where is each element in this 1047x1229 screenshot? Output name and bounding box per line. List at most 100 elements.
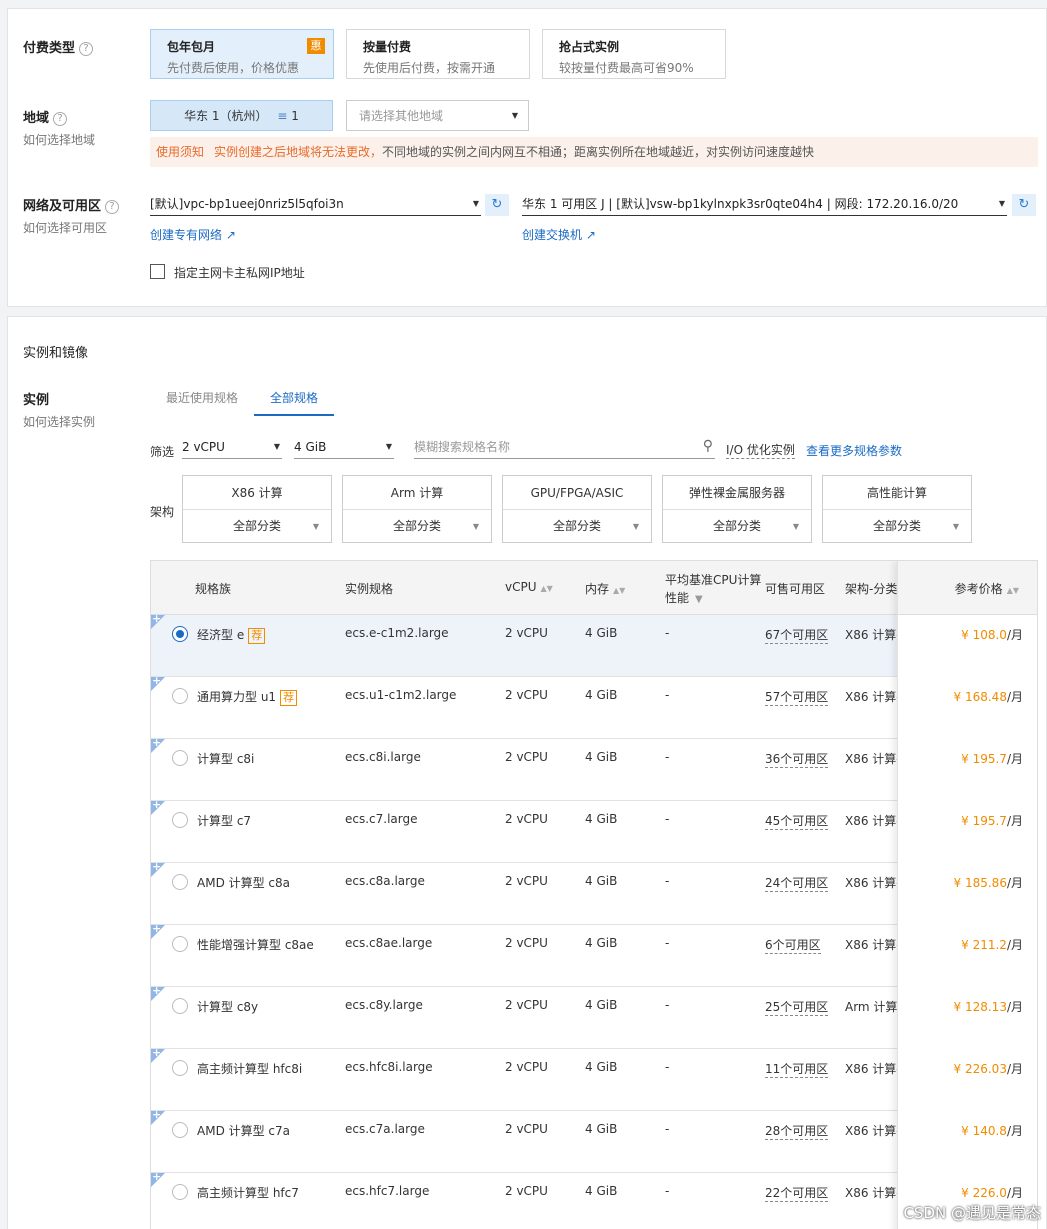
filter-icon[interactable]: ▼ (695, 594, 703, 605)
help-icon[interactable]: ? (79, 42, 94, 56)
cell-arch: X86 计算- (845, 690, 901, 704)
cell-price: ¥ 168.48/月 (954, 688, 1023, 705)
cell-vcpu: 2 vCPU (505, 750, 548, 764)
caret-down-icon: ▼ (312, 522, 319, 531)
spec-search-input[interactable]: 模糊搜索规格名称 ⚲ (414, 437, 715, 459)
price-unit: /月 (1006, 1124, 1023, 1138)
refresh-icon[interactable]: ↻ (1012, 194, 1036, 216)
create-vswitch-label: 创建交换机 (522, 228, 583, 242)
cell-arch: X86 计算- (845, 752, 901, 766)
other-region-select[interactable]: 请选择其他地域 ▼ (346, 100, 529, 131)
row-radio[interactable] (172, 750, 188, 766)
row-radio[interactable] (172, 1122, 188, 1138)
arch-bare-metal[interactable]: 弹性裸金属服务器 全部分类 ▼ (662, 475, 812, 543)
price-unit: /月 (1006, 938, 1023, 952)
cell-zones[interactable]: 57个可用区 (765, 688, 829, 706)
more-params-link[interactable]: 查看更多规格参数 (806, 442, 902, 459)
memory-filter-value: 4 GiB (294, 440, 327, 454)
billing-option-pay-as-you-go[interactable]: 按量付费 先使用后付费，按需开通 (346, 29, 530, 79)
billing-option-spot[interactable]: 抢占式实例 较按量付费最高可省90% (542, 29, 726, 79)
vswitch-select[interactable]: 华东 1 可用区 J | [默认]vsw-bp1kylnxpk3sr0qte04… (522, 194, 1007, 216)
billing-title-text: 付费类型 (23, 41, 76, 56)
help-icon[interactable]: ? (105, 200, 120, 214)
price-header[interactable]: 参考价格 ▲▼ (898, 561, 1037, 615)
arch-hpc[interactable]: 高性能计算 全部分类 ▼ (822, 475, 972, 543)
arch-filter-select[interactable]: 全部分类 ▼ (663, 510, 811, 543)
help-icon[interactable]: ? (53, 112, 68, 126)
row-radio[interactable] (172, 688, 188, 704)
cell-price: ¥ 211.2/月 (961, 936, 1023, 953)
header-family: 规格族 (195, 582, 232, 596)
region-help-link[interactable]: 如何选择地域 (23, 131, 95, 148)
vpc-select[interactable]: [默认]vpc-bp1ueej0nriz5l5qfoi3n ▼ (150, 194, 481, 216)
external-link-icon: ↗ (225, 228, 236, 242)
arch-filter-value: 全部分类 (232, 519, 281, 533)
arch-filter-select[interactable]: 全部分类 ▼ (183, 510, 331, 543)
cell-zones[interactable]: 67个可用区 (765, 626, 829, 644)
region-button-hangzhou[interactable]: 华东 1（杭州） ≡ 1 (150, 100, 333, 131)
cell-zones[interactable]: 6个可用区 (765, 936, 821, 954)
arch-filter-select[interactable]: 全部分类 ▼ (823, 510, 971, 543)
row-radio[interactable] (172, 1060, 188, 1076)
tab-all-specs[interactable]: 全部规格 (254, 389, 335, 416)
cell-zones[interactable]: 45个可用区 (765, 812, 829, 830)
caret-down-icon: ▼ (952, 522, 959, 531)
cell-price: ¥ 195.7/月 (961, 812, 1023, 829)
arch-filter-select[interactable]: 全部分类 ▼ (503, 510, 651, 543)
cell-zones[interactable]: 11个可用区 (765, 1060, 829, 1078)
price-unit: /月 (1006, 1062, 1023, 1076)
cell-zones[interactable]: 24个可用区 (765, 874, 829, 892)
row-radio[interactable] (172, 936, 188, 952)
caret-down-icon: ▼ (273, 442, 280, 451)
billing-option-subscription[interactable]: 包年包月 先付费后使用，价格优惠 惠 (150, 29, 334, 79)
instance-help-link[interactable]: 如何选择实例 (23, 413, 95, 430)
cell-vcpu: 2 vCPU (505, 1122, 548, 1136)
price-unit: /月 (1006, 876, 1023, 890)
cell-mem: 4 GiB (585, 1184, 618, 1198)
plus-icon: + (152, 1170, 162, 1183)
cell-zones[interactable]: 22个可用区 (765, 1184, 829, 1202)
search-icon: ⚲ (702, 438, 713, 454)
cell-zones[interactable]: 28个可用区 (765, 1122, 829, 1140)
tab-recent-specs[interactable]: 最近使用规格 (166, 389, 238, 414)
cell-arch: X86 计算- (845, 1062, 901, 1076)
billing-option-title: 抢占式实例 (559, 40, 620, 54)
cell-vcpu: 2 vCPU (505, 688, 548, 702)
cell-family: AMD 计算型 c7a (197, 1122, 290, 1139)
cell-spec: ecs.c8y.large (345, 998, 423, 1012)
plus-icon: + (152, 612, 162, 625)
network-title-text: 网络及可用区 (23, 199, 102, 214)
arch-x86[interactable]: X86 计算 全部分类 ▼ (182, 475, 332, 543)
arch-filter-select[interactable]: 全部分类 ▼ (343, 510, 491, 543)
row-radio[interactable] (172, 626, 188, 642)
row-radio[interactable] (172, 998, 188, 1014)
cell-mem: 4 GiB (585, 812, 618, 826)
cell-baseline: - (665, 936, 670, 950)
family-text: AMD 计算型 c7a (197, 1124, 291, 1138)
arch-gpu[interactable]: GPU/FPGA/ASIC 全部分类 ▼ (502, 475, 652, 543)
cell-zones[interactable]: 36个可用区 (765, 750, 829, 768)
create-vswitch-link[interactable]: 创建交换机 ↗ (522, 226, 596, 243)
cell-zones[interactable]: 25个可用区 (765, 998, 829, 1016)
cell-baseline: - (665, 750, 670, 764)
arch-filter-value: 全部分类 (552, 519, 601, 533)
zone-help-link[interactable]: 如何选择可用区 (23, 219, 107, 236)
row-radio[interactable] (172, 812, 188, 828)
row-radio[interactable] (172, 1184, 188, 1200)
cell-spec: ecs.c8i.large (345, 750, 421, 764)
row-radio[interactable] (172, 874, 188, 890)
sort-icon: ▲▼ (613, 586, 626, 595)
memory-filter-select[interactable]: 4 GiB ▼ (294, 437, 394, 459)
arch-arm[interactable]: Arm 计算 全部分类 ▼ (342, 475, 492, 543)
header-mem[interactable]: 内存 ▲▼ (585, 580, 625, 597)
family-text: 高主频计算型 hfc7 (197, 1186, 299, 1200)
refresh-icon[interactable]: ↻ (485, 194, 509, 216)
vcpu-filter-select[interactable]: 2 vCPU ▼ (182, 437, 282, 459)
price-unit: /月 (1006, 1000, 1023, 1014)
arch-name: 高性能计算 (823, 476, 971, 510)
private-ip-checkbox[interactable] (150, 264, 165, 279)
cell-price: ¥ 226.03/月 (954, 1060, 1023, 1077)
family-text: 计算型 c8y (197, 1000, 259, 1014)
header-vcpu[interactable]: vCPU ▲▼ (505, 580, 553, 594)
create-vpc-link[interactable]: 创建专有网络 ↗ (150, 226, 236, 243)
